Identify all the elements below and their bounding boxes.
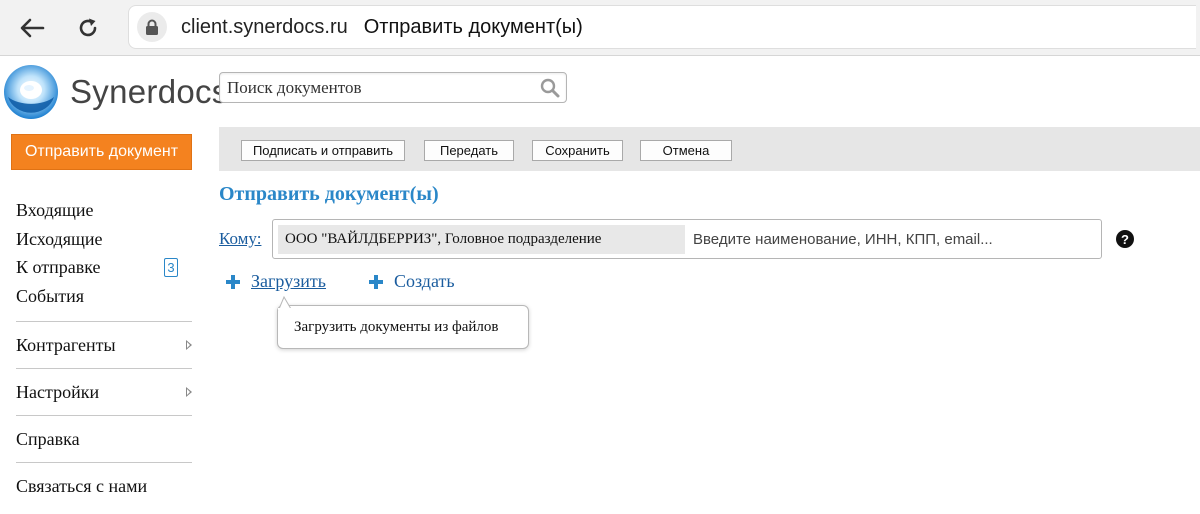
lock-icon bbox=[137, 12, 167, 42]
sidebar-item-contact-us[interactable]: Связаться с нами bbox=[16, 472, 192, 500]
cancel-button[interactable]: Отмена bbox=[640, 140, 732, 161]
upload-link[interactable]: Загрузить bbox=[226, 271, 326, 292]
page-title: Отправить документ(ы) bbox=[219, 183, 439, 205]
sidebar: Входящие Исходящие К отправке 3 События … bbox=[16, 196, 192, 500]
url-text: client.synerdocs.ru bbox=[181, 15, 348, 38]
reload-icon bbox=[79, 18, 97, 37]
sidebar-item-label: Справка bbox=[16, 428, 80, 449]
recipient-field: ООО "ВАЙЛДБЕРРИЗ", Головное подразделени… bbox=[272, 219, 1102, 259]
send-document-button[interactable]: Отправить документ bbox=[11, 134, 192, 170]
upload-label: Загрузить bbox=[251, 271, 326, 291]
search-input[interactable] bbox=[220, 73, 530, 102]
create-label: Создать bbox=[394, 271, 455, 291]
recipient-label-link[interactable]: Кому: bbox=[219, 229, 261, 249]
sidebar-item-events[interactable]: События bbox=[16, 282, 192, 311]
create-link[interactable]: Создать bbox=[369, 271, 455, 292]
save-button[interactable]: Сохранить bbox=[532, 140, 623, 161]
sidebar-item-label: Настройки bbox=[16, 381, 100, 402]
tab-title: Отправить документ(ы) bbox=[363, 15, 583, 38]
sidebar-item-inbox[interactable]: Входящие bbox=[16, 196, 192, 225]
search-box bbox=[219, 72, 567, 103]
sidebar-item-label: Контрагенты bbox=[16, 334, 116, 355]
sidebar-item-label: События bbox=[16, 285, 85, 306]
plus-icon bbox=[369, 274, 383, 289]
arrow-left-icon bbox=[20, 18, 45, 38]
plus-icon bbox=[226, 274, 240, 289]
divider bbox=[16, 462, 192, 463]
logo-text: Synerdocs bbox=[70, 73, 229, 110]
divider bbox=[16, 415, 192, 416]
transfer-button[interactable]: Передать bbox=[424, 140, 514, 161]
sidebar-item-to-send[interactable]: К отправке 3 bbox=[16, 253, 192, 282]
sign-and-send-button[interactable]: Подписать и отправить bbox=[241, 140, 405, 161]
count-badge: 3 bbox=[164, 257, 178, 277]
browser-toolbar: client.synerdocs.ru Отправить документ(ы… bbox=[0, 0, 1200, 56]
divider bbox=[16, 368, 192, 369]
sidebar-item-label: Исходящие bbox=[16, 228, 103, 249]
sidebar-item-counterparties[interactable]: Контрагенты bbox=[16, 331, 192, 359]
help-icon[interactable]: ? bbox=[1116, 230, 1134, 248]
address-bar[interactable]: client.synerdocs.ru Отправить документ(ы… bbox=[128, 5, 1196, 49]
upload-tooltip: Загрузить документы из файлов bbox=[277, 305, 529, 349]
synerdocs-logo[interactable]: Synerdocs bbox=[2, 62, 229, 122]
sidebar-item-label: К отправке bbox=[16, 257, 101, 278]
sidebar-item-label: Связаться с нами bbox=[16, 475, 148, 496]
sidebar-item-help[interactable]: Справка bbox=[16, 425, 192, 453]
synerdocs-logo-icon bbox=[4, 65, 58, 119]
triangle-right-icon bbox=[186, 387, 192, 397]
action-toolbar: Подписать и отправить Передать Сохранить… bbox=[219, 127, 1200, 171]
recipient-input[interactable] bbox=[693, 225, 1093, 254]
divider bbox=[16, 321, 192, 322]
sidebar-item-outgoing[interactable]: Исходящие bbox=[16, 225, 192, 254]
reload-button[interactable] bbox=[70, 10, 106, 46]
recipient-chip[interactable]: ООО "ВАЙЛДБЕРРИЗ", Головное подразделени… bbox=[278, 225, 685, 254]
search-icon[interactable] bbox=[540, 78, 560, 98]
triangle-right-icon bbox=[186, 340, 192, 350]
sidebar-item-label: Входящие bbox=[16, 200, 94, 221]
back-button[interactable] bbox=[14, 10, 50, 46]
sidebar-item-settings[interactable]: Настройки bbox=[16, 378, 192, 406]
tooltip-arrow bbox=[278, 296, 292, 310]
